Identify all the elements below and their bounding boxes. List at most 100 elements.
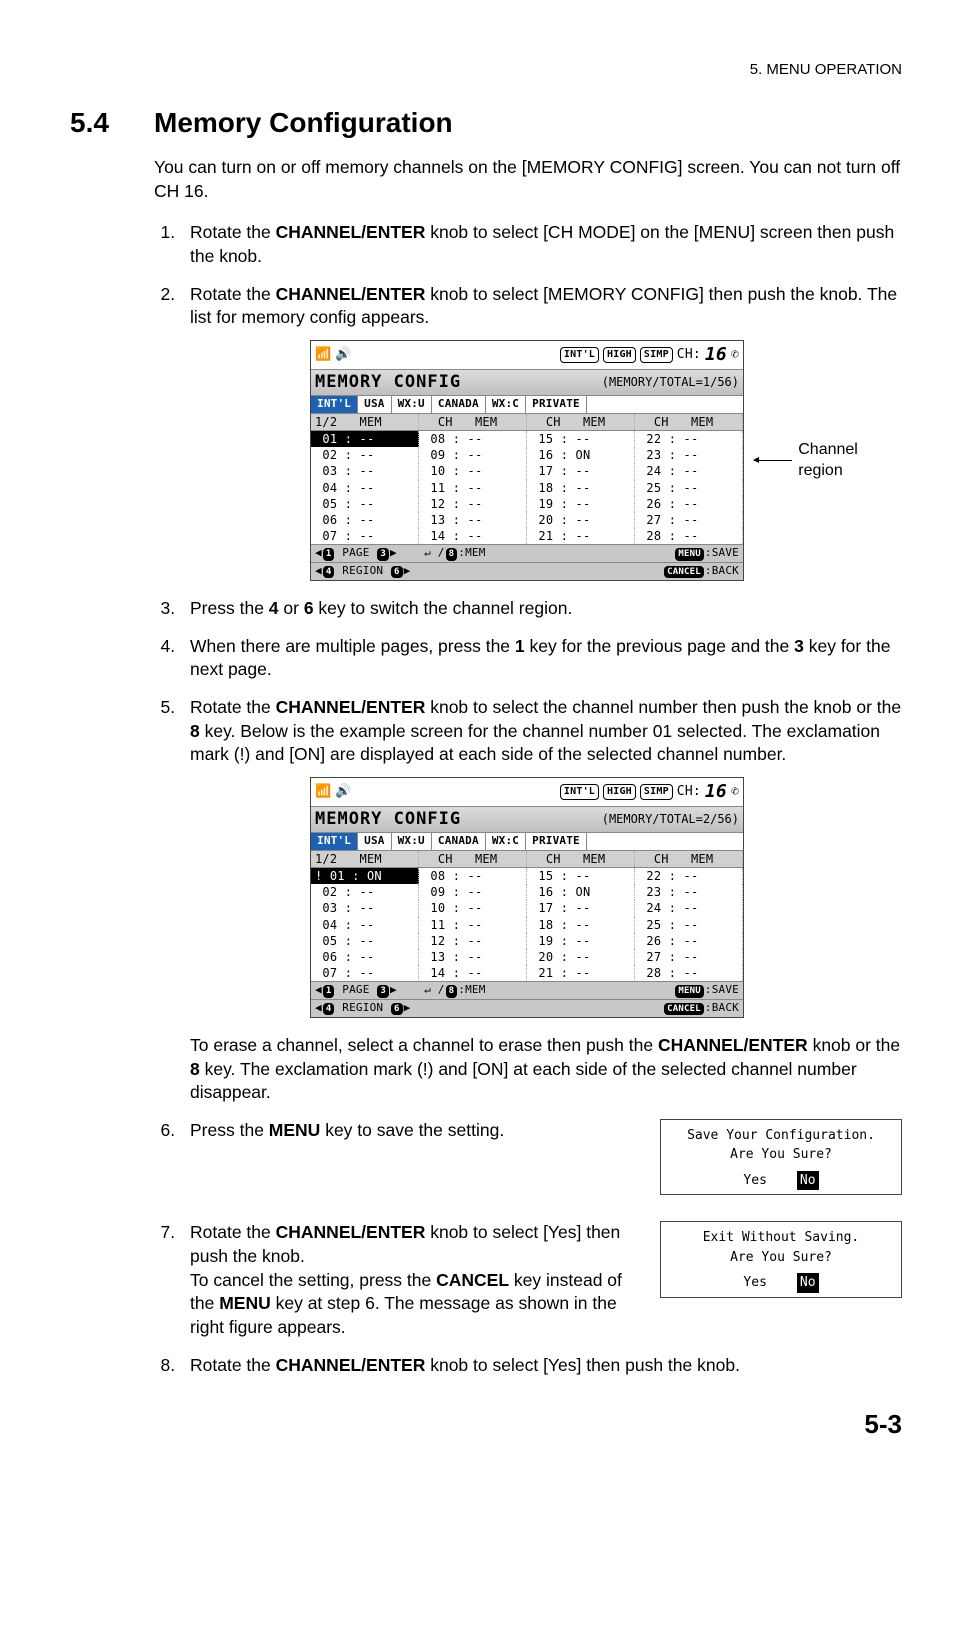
channel-cell[interactable]: 07 : -- [311, 965, 419, 981]
intro-paragraph: You can turn on or off memory channels o… [154, 156, 902, 203]
channel-cell[interactable]: 20 : -- [527, 949, 635, 965]
dialog-yes[interactable]: Yes [743, 1171, 766, 1191]
channel-cell[interactable]: 18 : -- [527, 480, 635, 496]
step-7: Exit Without Saving. Are You Sure? Yes N… [180, 1221, 902, 1339]
channel-cell[interactable]: ! 01 : ON [311, 868, 419, 884]
tab-private[interactable]: PRIVATE [526, 396, 587, 413]
channel-cell[interactable]: 08 : -- [419, 431, 527, 447]
tab-wxc[interactable]: WX:C [486, 396, 526, 413]
channel-cell[interactable]: 14 : -- [419, 528, 527, 544]
channel-cell[interactable]: 12 : -- [419, 496, 527, 512]
channel-cell[interactable]: 15 : -- [527, 431, 635, 447]
channel-cell[interactable]: 03 : -- [311, 900, 419, 916]
tab-wxc[interactable]: WX:C [486, 833, 526, 850]
channel-cell[interactable]: 24 : -- [635, 900, 743, 916]
channel-cell[interactable]: 10 : -- [419, 900, 527, 916]
channel-cell[interactable]: 28 : -- [635, 965, 743, 981]
step-6: Save Your Configuration. Are You Sure? Y… [180, 1119, 902, 1208]
channel-cell[interactable]: 17 : -- [527, 900, 635, 916]
tab-intl[interactable]: INT'L [311, 396, 358, 413]
channel-cell[interactable]: 05 : -- [311, 933, 419, 949]
channel-cell[interactable]: 07 : -- [311, 528, 419, 544]
dialog-no[interactable]: No [797, 1273, 819, 1293]
phone-icon: ✆ [731, 346, 739, 364]
table-row: 01 : -- 08 : -- 15 : -- 22 : -- [311, 431, 743, 447]
channel-cell[interactable]: 08 : -- [419, 868, 527, 884]
channel-cell[interactable]: 20 : -- [527, 512, 635, 528]
intl-pill: INT'L [560, 347, 599, 363]
high-pill: HIGH [603, 347, 636, 363]
channel-cell[interactable]: 06 : -- [311, 512, 419, 528]
exit-confirm-dialog: Exit Without Saving. Are You Sure? Yes N… [660, 1221, 902, 1298]
table-row: 02 : -- 09 : -- 16 : ON 23 : -- [311, 884, 743, 900]
channel-cell[interactable]: 06 : -- [311, 949, 419, 965]
memory-total: (MEMORY/TOTAL=1/56) [602, 374, 739, 390]
table-row: 05 : -- 12 : -- 19 : -- 26 : -- [311, 933, 743, 949]
channel-cell[interactable]: 04 : -- [311, 480, 419, 496]
table-row: 05 : -- 12 : -- 19 : -- 26 : -- [311, 496, 743, 512]
table-row: 04 : -- 11 : -- 18 : -- 25 : -- [311, 917, 743, 933]
dialog-no[interactable]: No [797, 1171, 819, 1191]
channel-cell[interactable]: 17 : -- [527, 463, 635, 479]
channel-cell[interactable]: 23 : -- [635, 884, 743, 900]
channel-cell[interactable]: 23 : -- [635, 447, 743, 463]
speaker-icon: 🔊 [335, 783, 351, 801]
channel-cell[interactable]: 10 : -- [419, 463, 527, 479]
channel-cell[interactable]: 19 : -- [527, 933, 635, 949]
step-3: Press the 4 or 6 key to switch the chann… [180, 597, 902, 621]
channel-cell[interactable]: 09 : -- [419, 447, 527, 463]
channel-cell[interactable]: 11 : -- [419, 917, 527, 933]
tab-usa[interactable]: USA [358, 396, 391, 413]
save-confirm-dialog: Save Your Configuration. Are You Sure? Y… [660, 1119, 902, 1196]
channel-cell[interactable]: 11 : -- [419, 480, 527, 496]
channel-cell[interactable]: 21 : -- [527, 965, 635, 981]
channel-cell[interactable]: 21 : -- [527, 528, 635, 544]
region-tabs: INT'L USA WX:U CANADA WX:C PRIVATE [311, 396, 743, 414]
channel-cell[interactable]: 28 : -- [635, 528, 743, 544]
tab-wxu[interactable]: WX:U [392, 396, 432, 413]
step-5: Rotate the CHANNEL/ENTER knob to select … [180, 696, 902, 1105]
channel-cell[interactable]: 27 : -- [635, 512, 743, 528]
channel-cell[interactable]: 01 : -- [311, 431, 419, 447]
channel-cell[interactable]: 22 : -- [635, 431, 743, 447]
channel-cell[interactable]: 19 : -- [527, 496, 635, 512]
channel-cell[interactable]: 16 : ON [527, 884, 635, 900]
step-1: Rotate the CHANNEL/ENTER knob to select … [180, 221, 902, 268]
page-number: 5-3 [70, 1407, 902, 1442]
signal-icon: 📶 [315, 783, 331, 801]
tab-intl[interactable]: INT'L [311, 833, 358, 850]
channel-cell[interactable]: 27 : -- [635, 949, 743, 965]
dialog-yes[interactable]: Yes [743, 1273, 766, 1293]
channel-cell[interactable]: 26 : -- [635, 933, 743, 949]
signal-icon: 📶 [315, 346, 331, 364]
memory-config-screen-1: 📶 🔊 INT'L HIGH SIMP CH: 16 ✆ MEMORY CONF… [310, 340, 744, 581]
tab-usa[interactable]: USA [358, 833, 391, 850]
channel-cell[interactable]: 13 : -- [419, 512, 527, 528]
channel-cell[interactable]: 05 : -- [311, 496, 419, 512]
channel-cell[interactable]: 03 : -- [311, 463, 419, 479]
channel-cell[interactable]: 15 : -- [527, 868, 635, 884]
tab-canada[interactable]: CANADA [432, 833, 486, 850]
channel-cell[interactable]: 13 : -- [419, 949, 527, 965]
table-row: 03 : -- 10 : -- 17 : -- 24 : -- [311, 463, 743, 479]
channel-cell[interactable]: 18 : -- [527, 917, 635, 933]
step-2: Rotate the CHANNEL/ENTER knob to select … [180, 283, 902, 582]
tab-canada[interactable]: CANADA [432, 396, 486, 413]
channel-cell[interactable]: 16 : ON [527, 447, 635, 463]
channel-cell[interactable]: 25 : -- [635, 480, 743, 496]
channel-cell[interactable]: 26 : -- [635, 496, 743, 512]
channel-cell[interactable]: 22 : -- [635, 868, 743, 884]
channel-cell[interactable]: 02 : -- [311, 884, 419, 900]
channel-cell[interactable]: 24 : -- [635, 463, 743, 479]
channel-cell[interactable]: 02 : -- [311, 447, 419, 463]
table-row: 03 : -- 10 : -- 17 : -- 24 : -- [311, 900, 743, 916]
table-row: 02 : -- 09 : -- 16 : ON 23 : -- [311, 447, 743, 463]
channel-cell[interactable]: 14 : -- [419, 965, 527, 981]
tab-private[interactable]: PRIVATE [526, 833, 587, 850]
channel-cell[interactable]: 12 : -- [419, 933, 527, 949]
table-row: 07 : -- 14 : -- 21 : -- 28 : -- [311, 965, 743, 981]
tab-wxu[interactable]: WX:U [392, 833, 432, 850]
channel-cell[interactable]: 25 : -- [635, 917, 743, 933]
channel-cell[interactable]: 04 : -- [311, 917, 419, 933]
channel-cell[interactable]: 09 : -- [419, 884, 527, 900]
